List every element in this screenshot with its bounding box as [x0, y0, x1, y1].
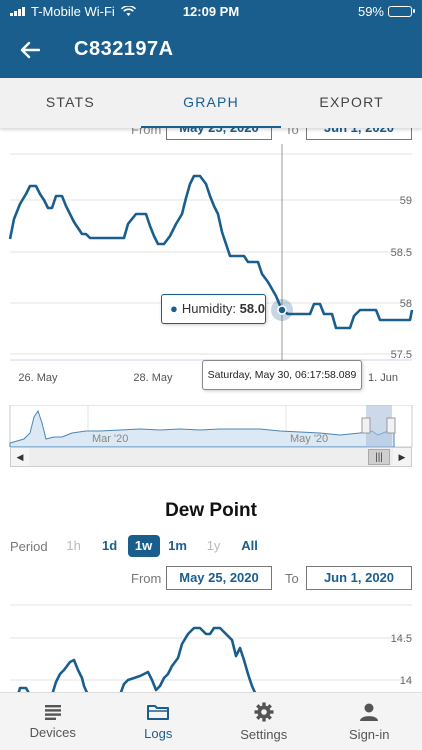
back-button[interactable] — [16, 36, 44, 64]
highlight-point — [277, 305, 287, 315]
scroll-right-button[interactable]: ▶ — [393, 448, 411, 466]
dew-point-chart[interactable]: 14.5 14 — [0, 600, 422, 695]
page-title: C832197A — [74, 38, 174, 60]
nav-settings[interactable]: Settings — [211, 693, 317, 750]
period-1d-button[interactable]: 1d — [92, 535, 128, 557]
navigator-chart[interactable]: Mar '20 May '20 — [0, 405, 422, 447]
x-tick-label: 28. May — [133, 372, 173, 384]
list-icon — [44, 704, 61, 720]
series-dot-icon: ● — [170, 301, 178, 316]
period-1w-button[interactable]: 1w — [127, 535, 160, 557]
navigator-scrollbar[interactable]: ◀ ||| ▶ — [10, 447, 412, 467]
from-date-field[interactable]: May 25, 2020 — [166, 566, 272, 590]
tab-export[interactable]: EXPORT — [281, 78, 422, 128]
y-tick-label: 59 — [400, 195, 412, 207]
x-tick-label: 1. Jun — [368, 372, 398, 384]
folder-icon — [147, 704, 170, 720]
scroll-left-button[interactable]: ◀ — [11, 448, 29, 466]
navigator-handle-right[interactable] — [386, 417, 396, 434]
period-1m-button[interactable]: 1m — [160, 535, 196, 557]
period-1h-button[interactable]: 1h — [56, 535, 92, 557]
nav-devices[interactable]: Devices — [0, 693, 106, 750]
date-tooltip: Saturday, May 30, 06:17:58.089 — [202, 360, 362, 390]
nav-logs[interactable]: Logs — [106, 693, 212, 750]
tooltip-series-label: Humidity: — [181, 301, 237, 316]
arrow-left-icon — [20, 41, 40, 59]
nav-label: Devices — [29, 724, 76, 740]
tooltip-value: 58.0 — [239, 301, 265, 316]
chart-gridlines — [10, 153, 412, 361]
x-tick-label: 26. May — [18, 372, 58, 384]
to-date-field[interactable]: Jun 1, 2020 — [306, 566, 412, 590]
y-tick-label: 58 — [400, 298, 412, 310]
to-label: To — [285, 571, 299, 586]
from-label: From — [131, 571, 162, 586]
bottom-nav: Devices Logs Settings Sign-in — [0, 692, 422, 750]
status-bar: T-Mobile Wi-Fi 12:09 PM 59% — [0, 0, 422, 24]
y-tick-label: 58.5 — [391, 247, 412, 259]
nav-label: Sign-in — [349, 726, 390, 742]
period-1y-button[interactable]: 1y — [196, 535, 232, 557]
battery-info: 59% — [357, 4, 415, 19]
battery-icon — [388, 6, 415, 17]
period-selector: Period 1h 1d 1w 1m 1y All — [10, 535, 268, 557]
y-axis-labels: 59 58.5 58 57.5 — [391, 195, 412, 361]
dew-point-date-range: From May 25, 2020 To Jun 1, 2020 — [0, 566, 422, 592]
value-tooltip: ● Humidity: 58.0 — [161, 294, 266, 324]
dew-point-title: Dew Point — [165, 500, 257, 521]
tab-graph[interactable]: GRAPH — [140, 78, 282, 128]
person-icon — [360, 703, 379, 721]
y-tick-label: 14.5 — [391, 633, 412, 645]
nav-label: Logs — [144, 725, 173, 741]
tab-stats[interactable]: STATS — [0, 78, 141, 128]
app-header: C832197A — [0, 24, 422, 78]
scrollbar-thumb[interactable]: ||| — [368, 449, 390, 465]
y-tick-label: 14 — [400, 675, 412, 687]
period-label: Period — [10, 538, 48, 554]
nav-sign-in[interactable]: Sign-in — [317, 693, 422, 750]
tab-bar: STATS GRAPH EXPORT — [0, 78, 422, 128]
battery-percent: 59% — [357, 4, 384, 19]
y-tick-label: 57.5 — [391, 349, 412, 361]
nav-label: Settings — [240, 726, 288, 742]
humidity-chart[interactable]: 59 58.5 58 57.5 26. May 28. May 1. Jun — [0, 144, 422, 394]
navigator-label: May '20 — [290, 433, 328, 445]
gear-icon — [254, 702, 274, 721]
period-all-button[interactable]: All — [232, 535, 268, 557]
navigator-label: Mar '20 — [92, 433, 128, 445]
navigator-handle-left[interactable] — [361, 417, 371, 434]
